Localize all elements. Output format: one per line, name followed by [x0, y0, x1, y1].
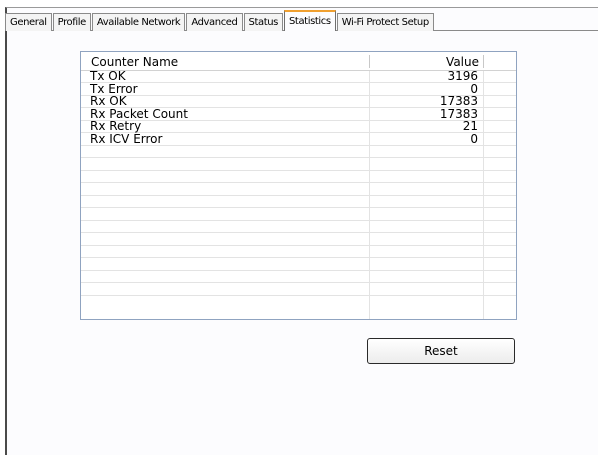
reset-button[interactable]: Reset	[367, 338, 515, 364]
counter-name-cell: Rx Retry	[90, 119, 142, 133]
tab-statistics[interactable]: Statistics	[283, 10, 336, 31]
table-body: Tx OK 3196 Tx Error 0 Rx OK 17383 Rx Packet Co…	[81, 69, 516, 319]
counter-value-cell: 0	[470, 131, 478, 146]
counter-value-cell: 17383	[439, 94, 478, 108]
counter-value-cell: 17383	[439, 106, 478, 121]
counter-value-cell: 21	[462, 119, 478, 133]
counter-name-cell: Rx ICV Error	[90, 131, 163, 146]
tab-wifi-protect-setup[interactable]: Wi-Fi Protect Setup	[336, 13, 434, 31]
counter-name-cell: Rx Packet Count	[90, 106, 188, 121]
empty-table-row[interactable]	[81, 284, 516, 296]
tab-strip: General Profile Available Network Advanc…	[5, 10, 598, 31]
empty-table-row[interactable]	[81, 234, 516, 246]
empty-table-row[interactable]	[81, 171, 516, 183]
column-header-counter-name[interactable]: Counter Name	[91, 52, 178, 70]
empty-table-row[interactable]	[81, 209, 516, 221]
empty-table-row[interactable]	[81, 221, 516, 233]
statistics-table[interactable]: Counter Name Value Tx OK 3196 Tx Error 0 Rx …	[80, 51, 517, 320]
empty-table-row[interactable]	[81, 259, 516, 271]
table-row[interactable]: Rx Packet Count 17383	[81, 106, 516, 121]
empty-table-row[interactable]	[81, 184, 516, 196]
tab-profile[interactable]: Profile	[52, 13, 91, 31]
table-row[interactable]: Rx ICV Error 0	[81, 131, 516, 146]
empty-table-row[interactable]	[81, 196, 516, 208]
tab-advanced[interactable]: Advanced	[186, 13, 243, 31]
tab-general[interactable]: General	[5, 13, 52, 31]
empty-table-row[interactable]	[81, 146, 516, 158]
column-header-value[interactable]: Value	[371, 52, 479, 70]
empty-table-row[interactable]	[81, 246, 516, 258]
counter-value-cell: 0	[470, 81, 478, 96]
empty-table-row[interactable]	[81, 159, 516, 171]
tab-available-network[interactable]: Available Network	[91, 13, 186, 31]
counter-name-cell: Rx OK	[90, 94, 127, 108]
column-separator[interactable]	[369, 55, 370, 68]
counter-name-cell: Tx OK	[90, 69, 126, 83]
empty-table-row[interactable]	[81, 271, 516, 283]
table-row[interactable]: Tx OK 3196	[81, 69, 516, 83]
counter-name-cell: Tx Error	[90, 81, 138, 96]
tab-status[interactable]: Status	[243, 13, 283, 31]
counter-value-cell: 3196	[447, 69, 478, 83]
column-separator[interactable]	[483, 55, 484, 68]
